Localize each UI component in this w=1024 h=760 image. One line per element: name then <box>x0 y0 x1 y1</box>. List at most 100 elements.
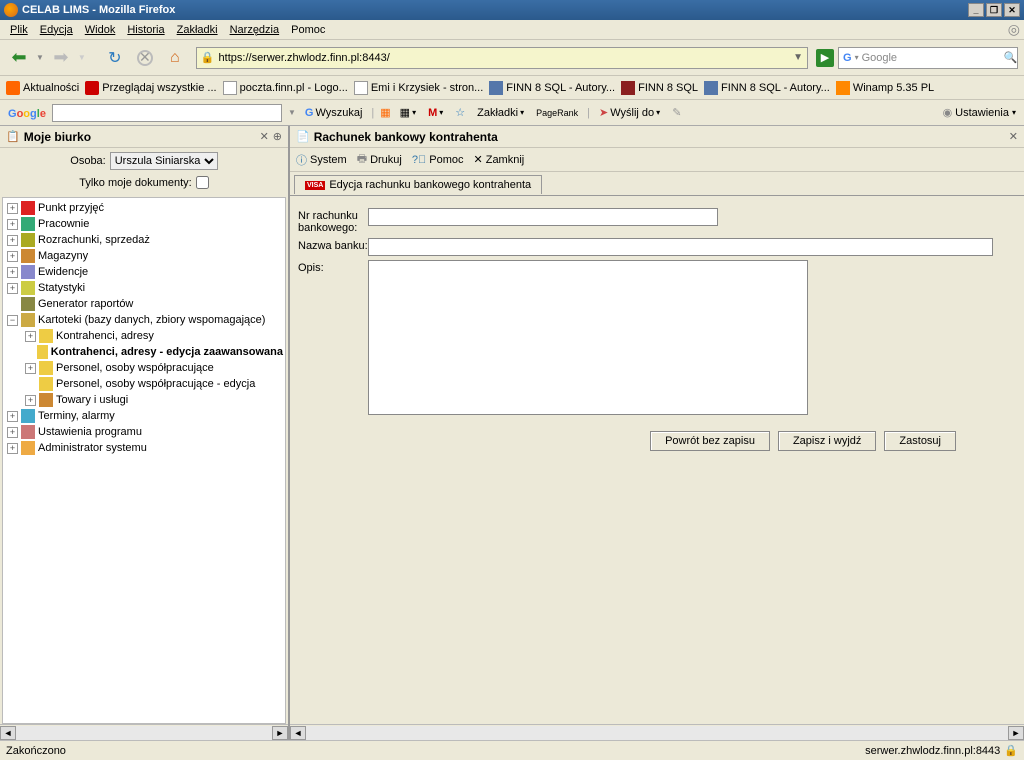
settings-icon[interactable]: ◎ <box>1008 21 1020 38</box>
zastosuj-button[interactable]: Zastosuj <box>884 431 956 451</box>
expand-icon[interactable]: + <box>7 203 18 214</box>
scroll-left-icon[interactable]: ◄ <box>0 726 16 740</box>
collapse-icon[interactable]: − <box>7 315 18 326</box>
gmail-button[interactable]: M▾ <box>425 107 446 119</box>
bookmark-emi[interactable]: Emi i Krzysiek - stron... <box>354 81 483 95</box>
tree-kontrahenci-edycja[interactable]: Kontrahenci, adresy - edycja zaawansowan… <box>3 344 285 360</box>
search-input[interactable] <box>862 52 1004 64</box>
pagerank-button[interactable]: PageRank <box>533 108 581 118</box>
star-button[interactable]: ☆ <box>452 106 468 119</box>
expand-icon[interactable]: + <box>7 427 18 438</box>
bookmark-finn1[interactable]: FINN 8 SQL - Autory... <box>489 81 615 95</box>
powrot-button[interactable]: Powrót bez zapisu <box>650 431 770 451</box>
expand-icon[interactable]: + <box>7 219 18 230</box>
menu-historia[interactable]: Historia <box>121 22 170 38</box>
tree-pracownie[interactable]: +Pracownie <box>3 216 285 232</box>
tree-kartoteki[interactable]: −Kartoteki (bazy danych, zbiory wspomaga… <box>3 312 285 328</box>
scroll-left-icon[interactable]: ◄ <box>290 726 306 740</box>
zamknij-button[interactable]: ✕Zamknij <box>474 153 525 166</box>
opis-textarea[interactable] <box>368 260 808 415</box>
right-hscroll[interactable]: ◄ ► <box>290 724 1024 740</box>
zakladki-button[interactable]: Zakładki▾ <box>474 107 527 119</box>
bookmark-poczta[interactable]: poczta.finn.pl - Logo... <box>223 81 348 95</box>
panel-options-icon[interactable]: ⊕ <box>273 130 282 143</box>
tree-personel-edycja[interactable]: Personel, osoby współpracujące - edycja <box>3 376 285 392</box>
osoba-select[interactable]: Urszula Siniarska <box>110 152 218 170</box>
menu-widok[interactable]: Widok <box>79 22 122 38</box>
scroll-right-icon[interactable]: ► <box>272 726 288 740</box>
tree-rozrachunki[interactable]: +Rozrachunki, sprzedaż <box>3 232 285 248</box>
highlighter-button[interactable]: ✎ <box>669 106 684 119</box>
search-dd[interactable]: ▾ <box>855 53 859 62</box>
tree-statystyki[interactable]: +Statystyki <box>3 280 285 296</box>
pomoc-button[interactable]: ?⃝Pomoc <box>412 154 464 166</box>
menu-narzedzia[interactable]: Narzędzia <box>224 22 286 38</box>
expand-icon[interactable]: + <box>25 331 36 342</box>
restore-button[interactable]: ❐ <box>986 3 1002 17</box>
stop-button[interactable]: ✕ <box>132 45 158 71</box>
ustawienia-button[interactable]: ◉Ustawienia▾ <box>943 106 1016 119</box>
expand-icon[interactable]: + <box>7 411 18 422</box>
url-dropdown[interactable]: ▼ <box>793 52 803 63</box>
wyszukaj-button[interactable]: GWyszukaj <box>302 107 366 119</box>
expand-icon[interactable]: + <box>7 283 18 294</box>
tree-magazyny[interactable]: +Magazyny <box>3 248 285 264</box>
tree-ustawienia[interactable]: +Ustawienia programu <box>3 424 285 440</box>
expand-icon[interactable]: + <box>25 363 36 374</box>
tree-towary[interactable]: +Towary i usługi <box>3 392 285 408</box>
nazwa-banku-label: Nazwa banku: <box>298 238 368 252</box>
search-bar[interactable]: G▾ 🔍 <box>838 47 1018 69</box>
zapisz-button[interactable]: Zapisz i wyjdź <box>778 431 876 451</box>
bookmark-winamp[interactable]: Winamp 5.35 PL <box>836 81 934 95</box>
minimize-button[interactable]: _ <box>968 3 984 17</box>
google-search-input[interactable] <box>52 104 282 122</box>
tree-generator[interactable]: Generator raportów <box>3 296 285 312</box>
menu-plik[interactable]: Plik <box>4 22 34 38</box>
tree-admin[interactable]: +Administrator systemu <box>3 440 285 456</box>
bookmark-aktualnosci[interactable]: Aktualności <box>6 81 79 95</box>
url-bar[interactable]: 🔒 ▼ <box>196 47 808 69</box>
tree-punkt-przyjec[interactable]: +Punkt przyjęć <box>3 200 285 216</box>
menu-edycja[interactable]: Edycja <box>34 22 79 38</box>
reload-button[interactable]: ↻ <box>102 45 128 71</box>
nazwa-banku-input[interactable] <box>368 238 993 256</box>
tab-edycja-rachunku[interactable]: VISAEdycja rachunku bankowego kontrahent… <box>294 175 542 194</box>
tylko-checkbox[interactable] <box>196 176 209 189</box>
tree-kontrahenci[interactable]: +Kontrahenci, adresy <box>3 328 285 344</box>
back-button[interactable]: ⬅ <box>6 45 32 71</box>
scroll-right-icon[interactable]: ► <box>1008 726 1024 740</box>
expand-icon[interactable]: + <box>7 251 18 262</box>
tree-personel[interactable]: +Personel, osoby współpracujące <box>3 360 285 376</box>
expand-icon[interactable]: + <box>7 443 18 454</box>
menu-zakladki[interactable]: Zakładki <box>171 22 224 38</box>
close-window-button[interactable]: ✕ <box>1004 3 1020 17</box>
gsearch-dd[interactable]: ▼ <box>288 108 296 117</box>
page-icon <box>223 81 237 95</box>
drukuj-button[interactable]: 🖶Drukuj <box>357 150 402 169</box>
panel-expand-icon[interactable]: ✕ <box>260 130 269 143</box>
scroll-track[interactable] <box>306 726 1008 740</box>
close-icon: ✕ <box>474 153 483 166</box>
expand-icon[interactable]: + <box>7 267 18 278</box>
back-dropdown[interactable]: ▼ <box>36 53 44 62</box>
tiles-button[interactable]: ▦▾ <box>397 106 419 119</box>
tree-terminy[interactable]: +Terminy, alarmy <box>3 408 285 424</box>
expand-icon[interactable]: + <box>25 395 36 406</box>
bookmark-finn3[interactable]: FINN 8 SQL - Autory... <box>704 81 830 95</box>
url-input[interactable] <box>219 52 794 64</box>
search-icon[interactable]: 🔍 <box>1004 51 1018 64</box>
wyslij-button[interactable]: ➤Wyślij do▾ <box>596 106 663 119</box>
home-button[interactable]: ⌂ <box>162 45 188 71</box>
bookmark-finn2[interactable]: FINN 8 SQL <box>621 81 698 95</box>
menu-pomoc[interactable]: Pomoc <box>285 22 331 38</box>
left-hscroll[interactable]: ◄ ► <box>0 724 288 740</box>
nr-rachunku-input[interactable] <box>368 208 718 226</box>
go-button[interactable]: ▶ <box>816 49 834 67</box>
close-panel-icon[interactable]: ✕ <box>1009 130 1018 143</box>
tree-ewidencje[interactable]: +Ewidencje <box>3 264 285 280</box>
system-button[interactable]: ⓘSystem <box>296 152 347 168</box>
scroll-track[interactable] <box>16 726 272 740</box>
bookmark-przegladaj[interactable]: Przeglądaj wszystkie ... <box>85 81 216 95</box>
expand-icon[interactable]: + <box>7 235 18 246</box>
feed-icon[interactable]: ▦ <box>380 106 390 119</box>
